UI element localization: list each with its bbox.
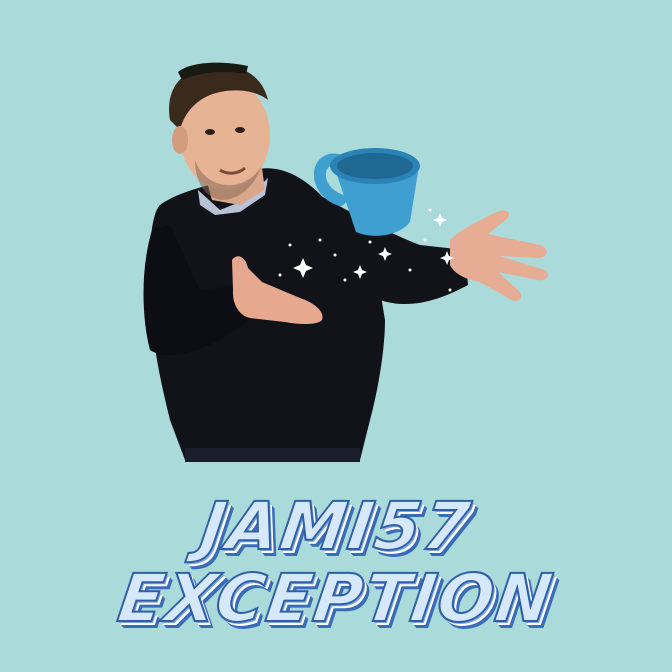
sparkle-dot <box>428 208 432 212</box>
hand-right <box>450 210 549 301</box>
mug-inside <box>337 153 413 179</box>
title-line-1: JAMI57 <box>195 487 478 566</box>
sparkle-dot <box>448 288 452 292</box>
eye-right <box>235 127 245 133</box>
sparkle-dot <box>408 268 412 272</box>
pants <box>185 448 360 462</box>
person-figure <box>143 62 549 462</box>
ear <box>172 126 188 154</box>
sparkle-dot <box>288 243 292 247</box>
sparkle-dot <box>343 278 347 282</box>
sparkle-dot <box>368 240 372 244</box>
title-line-2: EXCEPTION <box>112 559 559 638</box>
sparkle-dot <box>333 253 337 257</box>
sparkle-icon <box>433 213 447 227</box>
sparkle-dot <box>318 238 322 242</box>
sparkle-dot <box>278 273 282 277</box>
eye-left <box>205 129 215 135</box>
sparkle-dot <box>423 238 427 242</box>
